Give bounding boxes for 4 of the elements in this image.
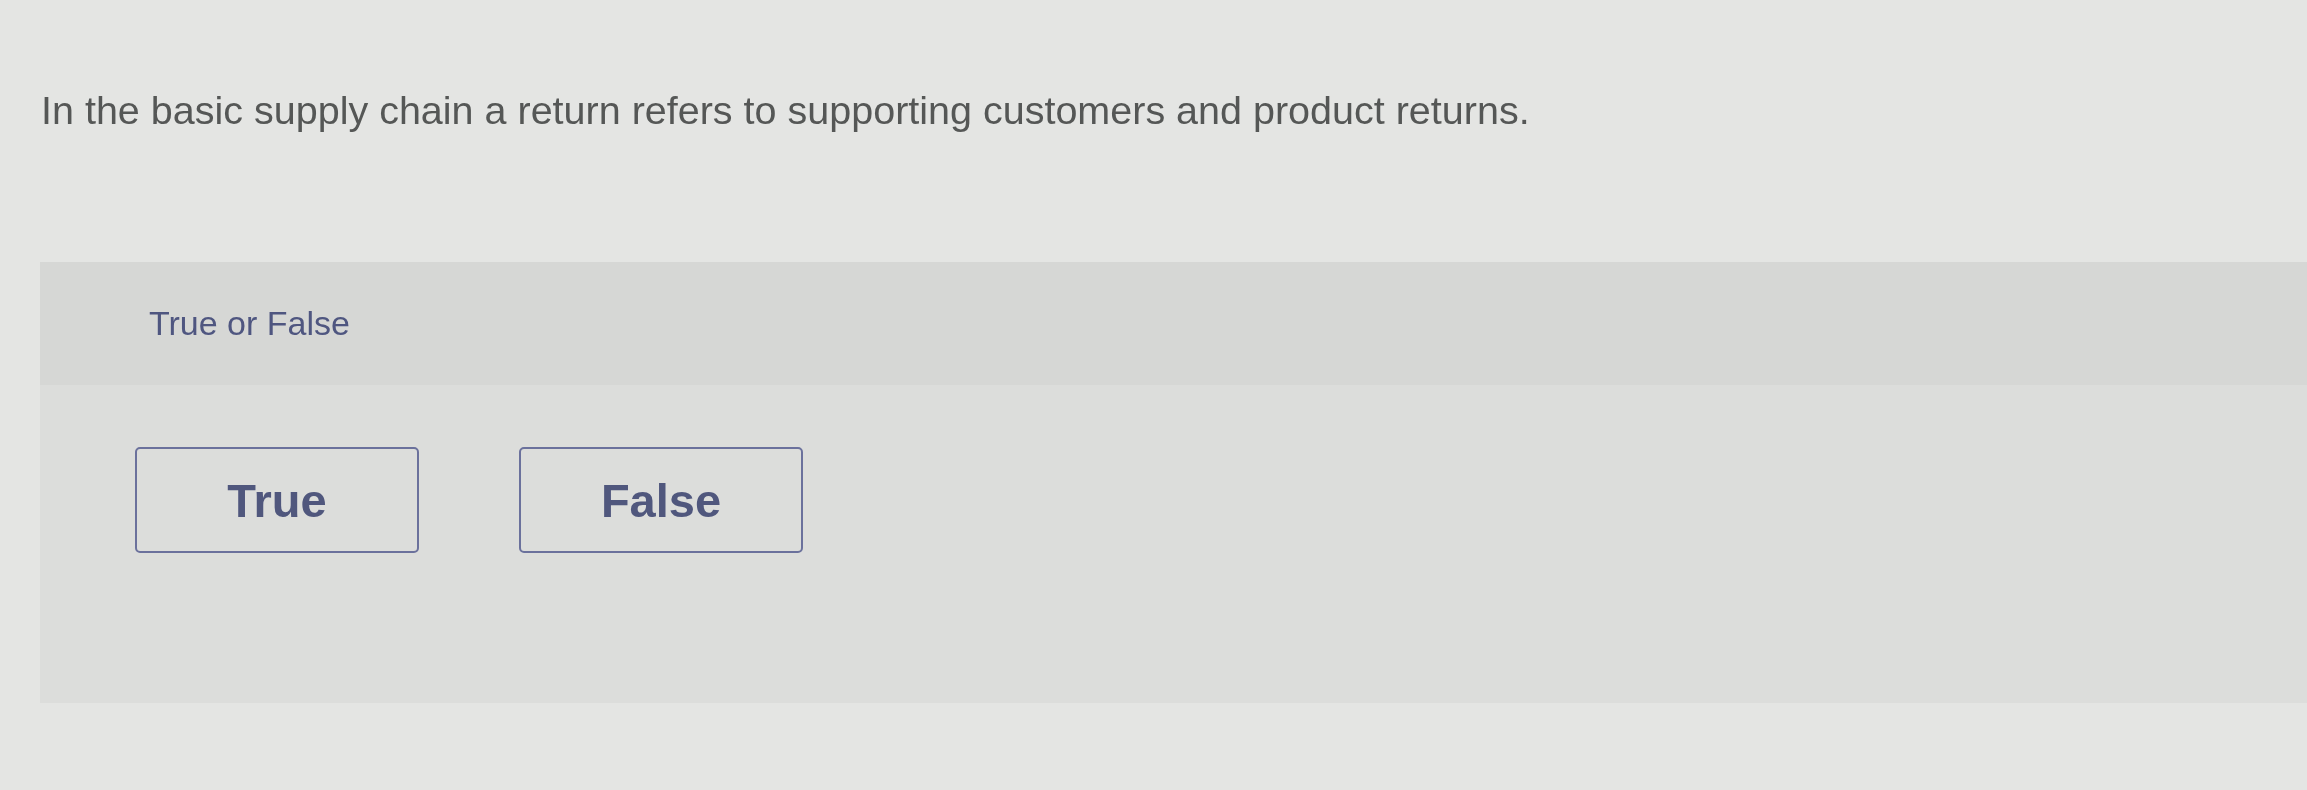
question-text: In the basic supply chain a return refers to supporting customers and product returns.: [41, 87, 1530, 134]
answer-option-button[interactable]: True: [135, 447, 419, 553]
answer-option-button[interactable]: False: [519, 447, 803, 553]
prompt-text: True or False: [149, 304, 350, 343]
